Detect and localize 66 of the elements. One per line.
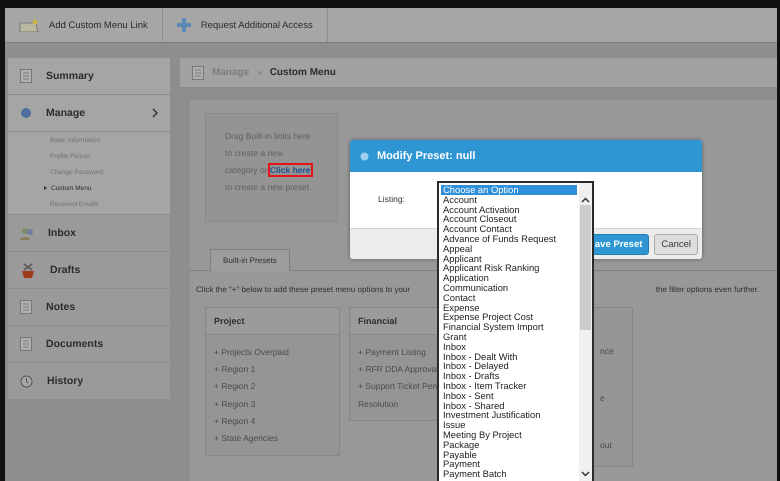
dropdown-list[interactable] [437, 181, 594, 481]
drafts-icon [20, 262, 36, 278]
dropdown-option[interactable]: Payment Batch [441, 469, 579, 479]
sidebar-item[interactable]: Documents [8, 326, 170, 363]
breadcrumb-current: Custom Menu [270, 67, 336, 78]
tab[interactable]: Built-in Presets [210, 249, 290, 271]
note-icon [20, 300, 32, 314]
sidebar-item[interactable]: History [8, 363, 170, 400]
card-icon [19, 18, 39, 32]
dropdown-option[interactable]: Choose an Option [441, 185, 577, 195]
modal-title: Modify Preset: null [377, 150, 476, 162]
scroll-thumb[interactable] [580, 205, 591, 330]
card-title: Project [206, 308, 339, 335]
dropdown-option[interactable]: Account Contact [441, 224, 579, 234]
clock-icon [20, 374, 33, 388]
dropdown-option[interactable]: Account Closeout [441, 214, 579, 224]
dropdown-option[interactable]: Inbox - Delayed [441, 361, 579, 372]
circle-icon [20, 107, 32, 119]
cancel-button[interactable]: Cancel [654, 234, 698, 254]
toolbar-button[interactable]: Request Additional Access [162, 8, 328, 42]
instruction-text: the filter options even further. [656, 285, 759, 294]
dropdown-option[interactable]: Contact [441, 292, 579, 303]
dropdown-option[interactable]: Payment [441, 459, 579, 470]
breadcrumb-separator: » [257, 68, 262, 77]
dropdown-option[interactable]: Applicant Risk Ranking [441, 263, 579, 274]
sidebar-item[interactable]: Manage [8, 95, 170, 132]
field-label: Listing: [378, 194, 405, 204]
dropdown-option[interactable]: Advance of Funds Request [441, 234, 579, 244]
page-icon [192, 66, 204, 80]
chevron-icon [152, 108, 158, 118]
scrollbar[interactable] [579, 183, 592, 481]
people-icon [20, 226, 34, 240]
sidebar-item[interactable]: Summary [8, 58, 170, 95]
plus-icon [176, 18, 191, 32]
dropdown-option[interactable]: Meeting By Project [441, 430, 579, 440]
dropdown-option[interactable]: Appeal [441, 244, 579, 254]
dropdown-option[interactable]: Inbox - Dealt With [441, 352, 579, 362]
dropdown-option[interactable]: Investment Justification [441, 410, 579, 420]
dropdown-option[interactable]: Inbox - Drafts [441, 371, 579, 381]
preset-link[interactable]: + Region 3 [214, 394, 331, 412]
dropdown-option[interactable]: Application [441, 273, 579, 283]
document-icon [20, 69, 32, 83]
dropdown-option[interactable]: Inbox - Item Tracker [441, 380, 579, 391]
dropdown-option[interactable]: Package [441, 440, 579, 450]
scroll-up-icon[interactable] [581, 197, 590, 203]
preset-link[interactable]: nce [600, 342, 632, 360]
scroll-down-icon[interactable] [581, 471, 590, 477]
dropdown-option[interactable]: Account [441, 194, 579, 205]
preset-link[interactable]: + Region 4 [214, 412, 331, 430]
dropdown-option[interactable]: Communication [441, 282, 579, 293]
bullet-icon [44, 186, 47, 190]
preset-link[interactable]: + Region 2 [214, 378, 331, 395]
circle-icon [360, 152, 369, 160]
dropdown-option[interactable]: Applicant [441, 254, 579, 264]
instruction-text: Click the "+" below to add these preset menu options to your [196, 285, 410, 294]
page-icon [20, 337, 32, 351]
dropdown-option[interactable]: Payable [441, 450, 579, 460]
sidebar-item[interactable]: Inbox [8, 215, 170, 252]
sidebar-item[interactable]: Notes [8, 289, 170, 326]
dropdown-option[interactable]: Inbox [441, 342, 579, 352]
sidebar-item[interactable]: Drafts [8, 252, 170, 289]
dropdown-option[interactable]: Account Activation [441, 204, 579, 214]
toolbar-button[interactable]: Add Custom Menu Link [5, 8, 163, 42]
dropdown-option[interactable]: Issue [441, 420, 579, 430]
dropdown-option[interactable]: Inbox - Sent [441, 390, 579, 401]
dropdown-option[interactable]: Inbox - Shared [441, 400, 579, 410]
